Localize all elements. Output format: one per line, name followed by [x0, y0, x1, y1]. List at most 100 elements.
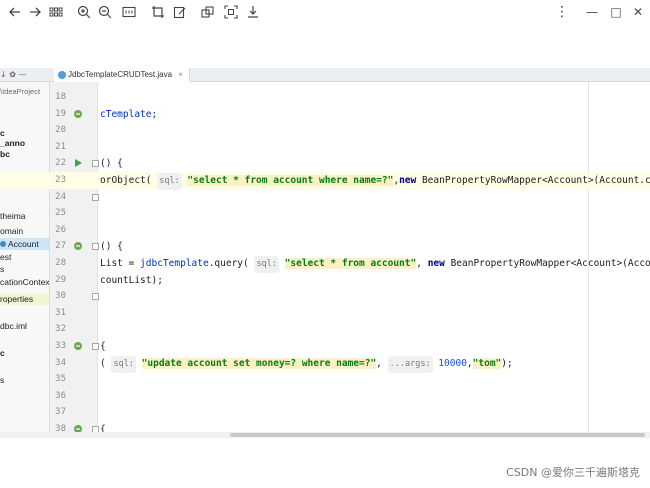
code-text[interactable]: {	[100, 338, 106, 355]
code-text[interactable]: cTemplate;	[100, 106, 157, 123]
line-number: 29	[55, 274, 66, 285]
fold-marker-icon[interactable]	[92, 293, 99, 301]
code-text[interactable]: countList);	[100, 272, 163, 289]
forward-arrow-icon[interactable]	[27, 4, 43, 20]
line-number: 26	[55, 224, 66, 235]
code-token: () {	[100, 241, 123, 253]
maximize-button[interactable]: □	[608, 4, 624, 20]
code-line: 19 cTemplate;	[0, 106, 650, 123]
code-token: ,	[416, 258, 428, 269]
line-number: 24	[55, 191, 66, 202]
code-token: BeanPropertyRowMapper<Account>(Account.c	[450, 258, 650, 269]
fold-marker-icon[interactable]	[92, 193, 99, 201]
line-number: 25	[55, 208, 66, 219]
viewer-bottom-area: CSDN @爱你三千遍斯塔克	[0, 438, 650, 488]
code-line: 37	[0, 404, 650, 421]
code-line: 35	[0, 371, 650, 388]
actual-size-icon[interactable]	[121, 4, 137, 20]
run-test-icon[interactable]	[73, 241, 83, 251]
code-token: 10000	[438, 357, 467, 369]
parameter-hint: sql:	[157, 173, 182, 190]
code-line: 31	[0, 305, 650, 322]
code-line: 22 () {	[0, 155, 650, 172]
project-panel-tools[interactable]: ↓ ✿ —	[0, 70, 27, 79]
code-token: orObject(	[100, 175, 158, 186]
download-icon[interactable]	[245, 4, 261, 20]
viewer-toolbar: ⋮ — □ ✕	[0, 0, 650, 24]
editor-tab[interactable]: JdbcTemplateCRUDTest.java ×	[54, 68, 190, 82]
line-number: 33	[55, 341, 66, 351]
run-test-icon[interactable]	[73, 158, 83, 168]
line-number: 35	[55, 374, 66, 385]
code-token: {	[100, 341, 106, 352]
zoom-out-icon[interactable]	[97, 4, 113, 20]
code-text[interactable]: orObject( sql: "select * from account wh…	[100, 172, 650, 190]
minimize-button[interactable]: —	[584, 4, 600, 20]
code-line: 29 countList);	[0, 272, 650, 289]
grid-icon[interactable]	[48, 4, 64, 20]
code-line: 33 {	[0, 338, 650, 355]
line-number: 28	[55, 258, 66, 268]
horizontal-scrollbar-thumb[interactable]	[230, 433, 645, 437]
line-number: 36	[55, 390, 66, 401]
parameter-hint: sql:	[254, 256, 279, 273]
csdn-watermark: CSDN @爱你三千遍斯塔克	[506, 466, 640, 479]
code-token: List =	[100, 258, 141, 269]
code-token: jdbcTemplate	[140, 258, 209, 269]
code-line: 25	[0, 205, 650, 222]
fold-marker-icon[interactable]	[92, 160, 99, 168]
line-number: 31	[55, 307, 66, 318]
code-token: () {	[100, 158, 123, 170]
code-token: "tom"	[472, 357, 502, 369]
run-test-icon[interactable]	[73, 341, 83, 351]
line-number: 21	[55, 141, 66, 152]
code-token: .query(	[208, 258, 255, 269]
code-token: );	[501, 357, 513, 369]
edit-icon[interactable]	[172, 4, 188, 20]
copy-icon[interactable]	[200, 4, 216, 20]
line-number: 23	[55, 175, 66, 185]
close-button[interactable]: ✕	[630, 4, 646, 20]
code-line: 21	[0, 139, 650, 156]
code-text[interactable]: () {	[100, 155, 123, 172]
code-line: 26	[0, 222, 650, 239]
editor-tab-bar: ↓ ✿ — JdbcTemplateCRUDTest.java ×	[0, 68, 650, 82]
back-arrow-icon[interactable]	[7, 4, 23, 20]
line-number: 19	[55, 108, 66, 119]
code-line: 32	[0, 321, 650, 338]
scan-icon[interactable]	[223, 4, 239, 20]
parameter-hint: sql:	[111, 355, 136, 373]
code-text[interactable]: List = jdbcTemplate.query( sql: "select …	[100, 255, 650, 273]
tab-close-icon[interactable]: ×	[178, 70, 183, 79]
line-number: 18	[55, 92, 66, 102]
fold-marker-icon[interactable]	[92, 343, 99, 350]
code-token: "select * from account where name=?"	[187, 175, 394, 186]
code-line: 23 orObject( sql: "select * from account …	[0, 172, 650, 190]
code-line: 28 List = jdbcTemplate.query( sql: "selec…	[0, 255, 650, 273]
editor-tab-label: JdbcTemplateCRUDTest.java	[68, 70, 173, 79]
crop-icon[interactable]	[150, 4, 166, 20]
line-number: 20	[55, 125, 66, 136]
code-token: countList);	[100, 274, 163, 286]
code-token: BeanPropertyRowMapper<Account>(Account.c…	[421, 175, 650, 186]
ide-screenshot: ↓ ✿ — JdbcTemplateCRUDTest.java × \IdeaP…	[0, 68, 650, 438]
code-line: 24	[0, 189, 650, 206]
line-number: 27	[55, 241, 66, 252]
fold-marker-icon[interactable]	[92, 243, 99, 251]
code-text[interactable]: () {	[100, 238, 123, 255]
code-token: "select * from account"	[284, 258, 417, 269]
code-token: new	[427, 258, 445, 269]
more-options-icon[interactable]: ⋮	[554, 4, 570, 20]
run-test-icon[interactable]	[73, 109, 83, 119]
line-number: 34	[55, 357, 66, 368]
code-line: 27 () {	[0, 238, 650, 255]
parameter-hint: ...args:	[387, 355, 433, 373]
line-number: 30	[55, 291, 66, 302]
zoom-in-icon[interactable]	[76, 4, 92, 20]
java-class-icon	[58, 71, 66, 79]
code-token: (	[100, 357, 112, 369]
code-text[interactable]: ( sql: "update account set money=? where…	[100, 355, 513, 373]
code-token: "update account set money=? where name=?…	[141, 357, 377, 369]
